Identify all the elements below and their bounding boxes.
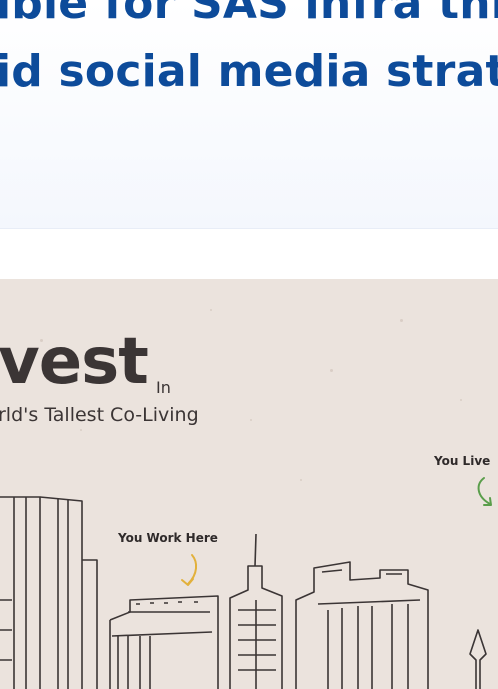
city-skyline-illustration bbox=[0, 496, 487, 689]
hero-headline-line-1: ible for SAS infra throu bbox=[0, 0, 498, 29]
hero-band: ible for SAS infra throu id social media… bbox=[0, 0, 498, 229]
hero-headline-line-2: id social media strate bbox=[0, 46, 498, 97]
